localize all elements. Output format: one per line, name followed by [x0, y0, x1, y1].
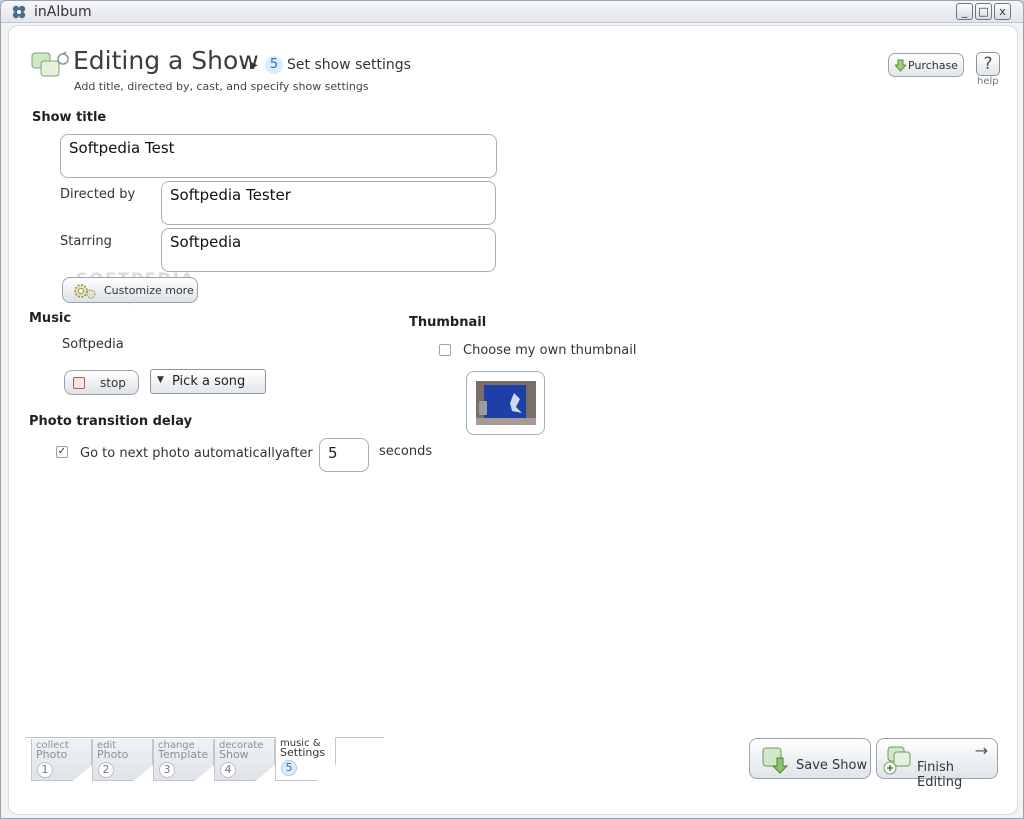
- directed-by-input[interactable]: Softpedia Tester: [161, 181, 496, 225]
- delay-seconds-input[interactable]: 5: [319, 438, 369, 472]
- tab-number: 5: [281, 760, 297, 776]
- purchase-label: Purchase: [908, 59, 958, 72]
- save-icon: [762, 747, 789, 774]
- pick-song-dropdown[interactable]: ▼ Pick a song: [150, 369, 266, 394]
- page-subtitle: Add title, directed by, cast, and specif…: [74, 80, 369, 93]
- minimize-button[interactable]: _: [956, 3, 973, 20]
- purchase-button[interactable]: Purchase: [888, 53, 964, 77]
- tab-number: 1: [37, 762, 53, 778]
- download-arrow-icon: [895, 59, 906, 72]
- auto-next-label: Go to next photo automatically: [80, 446, 283, 461]
- arrow-right-icon: →: [974, 741, 988, 760]
- title-bar: inAlbum _ □ x: [1, 1, 1023, 23]
- transition-heading: Photo transition delay: [29, 414, 193, 429]
- finish-editing-icon: [883, 746, 911, 775]
- tab-label-bottom: Photo: [36, 748, 68, 761]
- starring-input[interactable]: Softpedia: [161, 228, 496, 272]
- starring-label: Starring: [60, 234, 112, 249]
- tab-number: 2: [98, 762, 114, 778]
- app-window: inAlbum _ □ x Editing a Show ▶ 5 Set sho…: [0, 0, 1024, 819]
- show-icon: [31, 51, 69, 77]
- close-button[interactable]: x: [994, 3, 1011, 20]
- customize-more-button[interactable]: Customize more: [62, 277, 198, 303]
- seconds-label: seconds: [379, 444, 433, 459]
- own-thumbnail-checkbox[interactable]: [439, 344, 451, 356]
- after-label: after: [282, 446, 313, 461]
- finish-editing-label: Finish Editing: [917, 760, 963, 790]
- page-title: Editing a Show: [73, 46, 259, 75]
- finish-editing-button[interactable]: → Finish Editing: [876, 738, 998, 790]
- own-thumbnail-label: Choose my own thumbnail: [463, 343, 637, 358]
- save-show-label: Save Show: [796, 758, 868, 773]
- show-title-heading: Show title: [32, 110, 107, 125]
- tab-number: 4: [220, 762, 236, 778]
- tab-label-bottom: Photo: [97, 748, 129, 761]
- step-label: Set show settings: [287, 57, 411, 73]
- current-song-text: Softpedia: [62, 337, 124, 352]
- app-logo-icon: [12, 5, 26, 19]
- show-title-input[interactable]: Softpedia Test: [60, 134, 497, 178]
- auto-next-checkbox[interactable]: ✓: [56, 446, 68, 458]
- tab-label-bottom: Settings: [280, 746, 326, 759]
- app-title: inAlbum: [34, 4, 92, 20]
- stop-icon: [73, 377, 85, 389]
- dropdown-arrow-icon: ▼: [157, 375, 164, 385]
- step-number-badge: 5: [265, 56, 283, 74]
- help-icon[interactable]: ?: [976, 52, 1000, 76]
- save-show-button[interactable]: Save Show: [749, 738, 871, 779]
- tab-number: 3: [159, 762, 175, 778]
- stop-label: stop: [100, 376, 126, 390]
- customize-more-label: Customize more: [104, 284, 194, 297]
- tab-label-bottom: Show: [219, 748, 249, 761]
- music-heading: Music: [29, 311, 72, 326]
- directed-by-label: Directed by: [60, 187, 136, 202]
- stop-button[interactable]: stop: [64, 370, 139, 395]
- pick-song-label: Pick a song: [172, 374, 246, 389]
- maximize-button[interactable]: □: [975, 3, 992, 20]
- breadcrumb-arrow-icon: ▶: [250, 60, 258, 71]
- thumbnail-preview[interactable]: [466, 371, 545, 435]
- help-label: help: [977, 76, 999, 87]
- tab-label-bottom: Template: [158, 748, 209, 761]
- thumbnail-image: [476, 381, 536, 425]
- gear-icon: [74, 284, 96, 299]
- thumbnail-heading: Thumbnail: [409, 315, 487, 330]
